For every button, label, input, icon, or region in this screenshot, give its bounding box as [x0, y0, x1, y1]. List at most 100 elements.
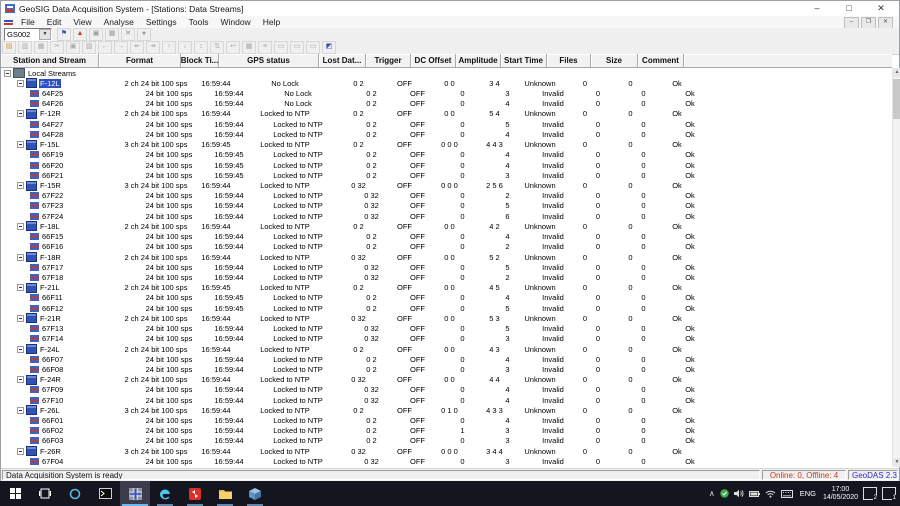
collapse-expander-icon[interactable]: [17, 222, 24, 230]
taskbar-clock[interactable]: 17:00 14/05/2020: [823, 486, 858, 502]
tree-row-f-15r[interactable]: F-15R 3 ch 24 bit 100 sps 16:59:44 Locked t…: [1, 180, 892, 191]
tree-row-f-15l[interactable]: F-15L 3 ch 24 bit 100 sps 16:59:45 Locked t…: [1, 139, 892, 150]
column-header-block-ti[interactable]: Block Ti...: [181, 54, 219, 68]
antivirus-icon[interactable]: [719, 489, 729, 498]
tree-row-67f14[interactable]: 67F14 24 bit 100 sps 16:59:44 Locked to NTP…: [1, 334, 892, 344]
command-prompt-button[interactable]: [90, 481, 120, 506]
collapse-expander-icon[interactable]: [17, 345, 24, 353]
chevron-down-icon[interactable]: ▼: [39, 29, 51, 40]
hidden-icons-chevron[interactable]: ∧: [709, 489, 715, 498]
menu-item-help[interactable]: Help: [257, 16, 286, 28]
taskbar-item-file-explorer[interactable]: [210, 481, 240, 506]
paste-icon[interactable]: ▨: [82, 41, 96, 54]
tree-row-64f28[interactable]: 64F28 24 bit 100 sps 16:59:44 Locked to NTP…: [1, 129, 892, 139]
tools-icon[interactable]: ✕: [121, 28, 135, 41]
action-center-icon[interactable]: 1: [882, 487, 897, 501]
arrow-right-icon[interactable]: →: [114, 41, 128, 54]
scrollbar-thumb[interactable]: [893, 79, 900, 119]
tree-row-67f23[interactable]: 67F23 24 bit 100 sps 16:59:44 Locked to NTP…: [1, 201, 892, 211]
tree-row-67f18[interactable]: 67F18 24 bit 100 sps 16:59:44 Locked to NTP…: [1, 272, 892, 282]
menu-item-file[interactable]: File: [15, 16, 41, 28]
tree-row-f-24r[interactable]: F-24R 2 ch 24 bit 100 sps 16:59:44 Locked t…: [1, 374, 892, 385]
start-button[interactable]: [0, 481, 30, 506]
collapse-expander-icon[interactable]: [17, 141, 24, 149]
tree-row-66f12[interactable]: 66F12 24 bit 100 sps 16:59:45 Locked to NTP…: [1, 303, 892, 313]
monitor-icon[interactable]: ▲: [73, 28, 87, 41]
tree-row-f-26l[interactable]: F-26L 3 ch 24 bit 100 sps 16:59:44 Locked t…: [1, 405, 892, 416]
tree-row-67f24[interactable]: 67F24 24 bit 100 sps 16:59:44 Locked to NTP…: [1, 211, 892, 221]
print-icon[interactable]: ▥: [18, 41, 32, 54]
column-header-gps-status[interactable]: GPS status: [219, 54, 319, 68]
touch-keyboard-icon[interactable]: [780, 489, 793, 498]
column-header-files[interactable]: Files: [547, 54, 591, 68]
menu-item-window[interactable]: Window: [214, 16, 256, 28]
tree-row-66f15[interactable]: 66F15 24 bit 100 sps 16:59:44 Locked to NTP…: [1, 232, 892, 242]
language-indicator[interactable]: ENG: [798, 489, 818, 498]
expand-vertical-icon[interactable]: ↕: [194, 41, 208, 54]
scroll-down-button[interactable]: ▼: [893, 458, 900, 467]
tree-row-66f20[interactable]: 66F20 24 bit 100 sps 16:59:45 Locked to NTP…: [1, 160, 892, 170]
column-header-lost-dat[interactable]: Lost Dat...: [319, 54, 366, 68]
tree-row-f-21r[interactable]: F-21R 2 ch 24 bit 100 sps 16:59:44 Locked t…: [1, 313, 892, 324]
collapse-expander-icon[interactable]: [17, 79, 24, 87]
arrow-down-icon[interactable]: ↓: [178, 41, 192, 54]
column-header-start-time[interactable]: Start Time: [501, 54, 547, 68]
tree-row-67f10[interactable]: 67F10 24 bit 100 sps 16:59:44 Locked to NTP…: [1, 395, 892, 405]
tree-row-66f03[interactable]: 66F03 24 bit 100 sps 16:59:44 Locked to NTP…: [1, 436, 892, 446]
volume-icon[interactable]: [733, 489, 744, 498]
tree-row-f-12l[interactable]: F-12L 2 ch 24 bit 100 sps 16:59:44 No Lock 0…: [1, 78, 892, 89]
window-switcher-tray-icon[interactable]: 2: [863, 487, 878, 501]
taskbar-item-virtualbox[interactable]: [240, 481, 270, 506]
tree-row-67f13[interactable]: 67F13 24 bit 100 sps 16:59:44 Locked to NTP…: [1, 323, 892, 333]
network-icon[interactable]: [765, 489, 776, 498]
table-rows-icon[interactable]: ≡: [258, 41, 272, 54]
chart-icon[interactable]: ◩: [322, 41, 336, 54]
tree-row-66f21[interactable]: 66F21 24 bit 100 sps 16:59:45 Locked to NTP…: [1, 170, 892, 180]
tree-row-67f09[interactable]: 67F09 24 bit 100 sps 16:59:44 Locked to NTP…: [1, 385, 892, 395]
tree-row-64f26[interactable]: 64F26 24 bit 100 sps 16:59:44 No Lock 0 2 OFF…: [1, 99, 892, 109]
window-layout-2-icon[interactable]: ▭: [290, 41, 304, 54]
menu-item-settings[interactable]: Settings: [140, 16, 183, 28]
collapse-expander-icon[interactable]: [17, 182, 24, 190]
taskbar-item-remote-app[interactable]: [180, 481, 210, 506]
maximize-button[interactable]: □: [833, 1, 865, 16]
column-header-station-and-stream[interactable]: Station and Stream: [1, 54, 99, 68]
collapse-expander-icon[interactable]: [17, 406, 24, 414]
cut-icon[interactable]: ✂: [50, 41, 64, 54]
arrow-first-icon[interactable]: ↞: [130, 41, 144, 54]
collapse-expander-icon[interactable]: [4, 69, 11, 77]
table-grid-icon[interactable]: ▦: [242, 41, 256, 54]
battery-icon[interactable]: [748, 490, 760, 498]
tree-row-64f27[interactable]: 64F27 24 bit 100 sps 16:59:44 Locked to NTP…: [1, 119, 892, 129]
acquisition-flag-icon[interactable]: ⚑: [57, 28, 71, 41]
menu-item-tools[interactable]: Tools: [183, 16, 215, 28]
collapse-expander-icon[interactable]: [17, 314, 24, 322]
collapse-expander-icon[interactable]: [17, 447, 24, 455]
tree-row-f-26r[interactable]: F-26R 3 ch 24 bit 100 sps 16:59:44 Locked t…: [1, 446, 892, 457]
window-layout-1-icon[interactable]: ▭: [274, 41, 288, 54]
tree-row-f-21l[interactable]: F-21L 2 ch 24 bit 100 sps 16:59:45 Locked t…: [1, 282, 892, 293]
collapse-expander-icon[interactable]: [17, 110, 24, 118]
collapse-expander-icon[interactable]: [17, 253, 24, 261]
task-view-button[interactable]: [30, 481, 60, 506]
vertical-scrollbar[interactable]: ▲ ▼: [892, 68, 900, 467]
save-icon[interactable]: ▦: [34, 41, 48, 54]
tree-row-66f11[interactable]: 66F11 24 bit 100 sps 16:59:45 Locked to NTP…: [1, 293, 892, 303]
tree-row-66f07[interactable]: 66F07 24 bit 100 sps 16:59:44 Locked to NTP…: [1, 354, 892, 364]
column-header-trigger[interactable]: Trigger: [366, 54, 411, 68]
undo-icon[interactable]: ↩: [226, 41, 240, 54]
station-selector-combobox[interactable]: GS002 ▼: [4, 28, 52, 41]
tree-row-f-24l[interactable]: F-24L 2 ch 24 bit 100 sps 16:59:44 Locked t…: [1, 344, 892, 355]
arrow-left-icon[interactable]: ←: [98, 41, 112, 54]
column-header-size[interactable]: Size: [591, 54, 638, 68]
menu-item-edit[interactable]: Edit: [41, 16, 68, 28]
tree-row-66f08[interactable]: 66F08 24 bit 100 sps 16:59:44 Locked to NTP…: [1, 364, 892, 374]
grid-icon[interactable]: ▦: [105, 28, 119, 41]
tree-row-67f04[interactable]: 67F04 24 bit 100 sps 16:59:44 Locked to NTP…: [1, 456, 892, 466]
tree-row-67f17[interactable]: 67F17 24 bit 100 sps 16:59:44 Locked to NTP…: [1, 262, 892, 272]
minimize-button[interactable]: –: [801, 1, 833, 16]
arrow-last-icon[interactable]: ↠: [146, 41, 160, 54]
column-header-comment[interactable]: Comment: [638, 54, 684, 68]
column-header-dc-offset[interactable]: DC Offset: [411, 54, 456, 68]
tree-row-f-18l[interactable]: F-18L 2 ch 24 bit 100 sps 16:59:44 Locked t…: [1, 221, 892, 232]
